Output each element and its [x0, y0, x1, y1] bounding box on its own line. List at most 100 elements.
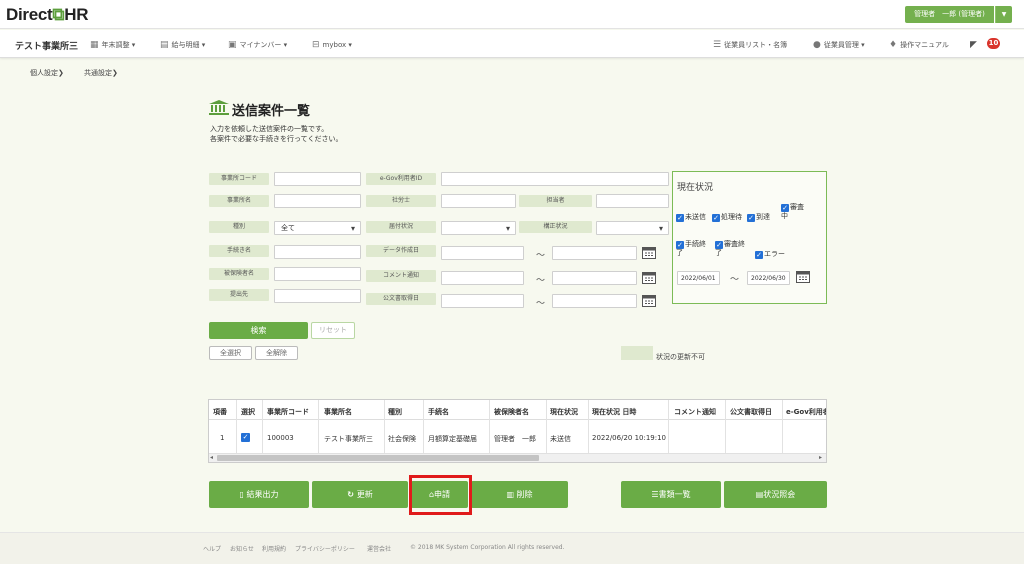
column-header[interactable]: 事業所コード	[267, 407, 309, 417]
export-button[interactable]: ▯ 結果出力	[209, 481, 309, 508]
nav-manual[interactable]: ♦ 操作マニュアル	[889, 40, 949, 50]
status-inquiry-button[interactable]: ▤状況照会	[724, 481, 827, 508]
nav-employee-list[interactable]: ☰ 従業員リスト・名簿	[713, 40, 787, 50]
legend-text: 状況の更新不可	[656, 353, 705, 361]
status-check-pending[interactable]: ✓ 処理待	[712, 213, 742, 222]
kind-select[interactable]: 全て	[274, 221, 361, 235]
column-header[interactable]: コメント通知	[674, 407, 716, 417]
nav-kyuyo[interactable]: ▤ 給与明細 ▾	[160, 40, 205, 50]
office-code-input[interactable]	[274, 172, 361, 186]
cell-status-time: 2022/06/20 10:19:10	[592, 434, 667, 442]
seisei-select[interactable]	[596, 221, 669, 235]
subnav-common[interactable]: 共通設定❯	[84, 68, 118, 78]
search-button[interactable]: 検索	[209, 322, 308, 339]
column-header[interactable]: 選択	[241, 407, 255, 417]
label-data-date: データ作成日	[366, 245, 436, 257]
select-all-button[interactable]: 全選択	[209, 346, 252, 360]
kobun-to-input[interactable]	[552, 294, 637, 308]
footer-link-privacy[interactable]: プライバシーポリシー	[295, 544, 355, 553]
footer-link-terms[interactable]: 利用規約	[262, 544, 286, 553]
label-kind: 種別	[209, 221, 269, 233]
status-check-arrived[interactable]: ✓ 到達	[747, 213, 770, 222]
row-select-checkbox[interactable]: ✓	[241, 433, 250, 442]
status-check-review[interactable]: ✓ 審査中	[781, 203, 805, 221]
scroll-left-icon[interactable]: ◂	[210, 454, 213, 461]
hihoken-input[interactable]	[274, 267, 361, 281]
nav-employee-manage[interactable]: ● 従業員管理 ▾	[813, 40, 865, 50]
scroll-right-icon[interactable]: ▸	[819, 454, 822, 461]
subnav-personal[interactable]: 個人設定❯	[30, 68, 64, 78]
status-date-from[interactable]: 2022/06/01	[677, 271, 720, 285]
reset-button[interactable]: リセット	[311, 322, 355, 339]
todoke-select[interactable]	[441, 221, 516, 235]
status-check-unsent[interactable]: ✓ 未送信	[676, 213, 706, 222]
nav-mybox[interactable]: ⊟ mybox ▾	[312, 40, 352, 50]
status-check-error[interactable]: ✓ エラー	[755, 250, 785, 259]
trash-icon: ▥	[506, 490, 517, 499]
range-separator: ～	[730, 275, 740, 285]
column-header[interactable]: 事業所名	[324, 407, 352, 417]
footer-link-company[interactable]: 運営会社	[367, 544, 391, 553]
refresh-icon: ↻	[347, 490, 357, 499]
deselect-all-button[interactable]: 全解除	[255, 346, 298, 360]
column-header[interactable]: e-Gov利用者	[786, 407, 826, 417]
megaphone-icon[interactable]: ◤	[970, 40, 977, 50]
column-header[interactable]: 現在状況	[550, 407, 578, 417]
column-header[interactable]: 現在状況 日時	[592, 407, 636, 417]
status-check-completed[interactable]: ✓ 手続終了	[676, 240, 706, 258]
column-header[interactable]: 公文書取得日	[730, 407, 772, 417]
column-header[interactable]: 手続名	[428, 407, 449, 417]
status-check-review-done[interactable]: ✓ 審査終了	[715, 240, 745, 258]
user-icon: ●	[813, 40, 821, 50]
comment-from-input[interactable]	[441, 271, 524, 285]
label-egov-id: e-Gov利用者ID	[366, 173, 436, 185]
chevron-down-icon[interactable]: ▼	[995, 6, 1012, 23]
table-row: 1	[220, 434, 225, 442]
cell-insured: 管理者 一郎	[494, 435, 536, 443]
box-icon: ⊟	[312, 40, 320, 50]
column-header[interactable]: 被保険者名	[494, 407, 529, 417]
documents-list-button[interactable]: ☰書類一覧	[621, 481, 721, 508]
highlight-box	[409, 475, 472, 515]
calendar-icon[interactable]	[642, 294, 656, 307]
user-menu-button[interactable]: 管理者 一郎 (管理者)	[905, 6, 994, 23]
cell-procedure[interactable]: 月額算定基礎届	[428, 434, 477, 444]
teishutsu-input[interactable]	[274, 289, 361, 303]
column-header[interactable]: 項番	[213, 407, 227, 417]
label-office-name: 事業所名	[209, 195, 269, 207]
data-date-from-input[interactable]	[441, 246, 524, 260]
refresh-button[interactable]: ↻ 更新	[312, 481, 408, 508]
calendar-icon[interactable]	[796, 270, 810, 283]
label-teishutsu: 提出先	[209, 289, 269, 301]
status-panel-title: 現在状況	[677, 183, 714, 193]
status-date-to[interactable]: 2022/06/30	[747, 271, 790, 285]
notification-badge[interactable]: 10	[987, 38, 1000, 49]
label-tetsuzuki: 手続き名	[209, 245, 269, 257]
data-date-to-input[interactable]	[552, 246, 637, 260]
calendar-icon[interactable]	[642, 246, 656, 259]
delete-button[interactable]: ▥ 削除	[471, 481, 568, 508]
scrollbar-thumb[interactable]	[217, 455, 539, 461]
checkbox-checked-icon: ✓	[781, 204, 789, 212]
checkbox-checked-icon: ✓	[715, 241, 723, 249]
tetsuzuki-input[interactable]	[274, 245, 361, 259]
egov-id-input[interactable]	[441, 172, 669, 186]
kobun-from-input[interactable]	[441, 294, 524, 308]
footer-link-help[interactable]: ヘルプ	[203, 544, 221, 553]
comment-to-input[interactable]	[552, 271, 637, 285]
tantou-input[interactable]	[596, 194, 669, 208]
page-description: 各案件で必要な手続きを行ってください。	[210, 135, 343, 143]
office-name: テスト事業所三	[15, 42, 79, 52]
checkbox-checked-icon: ✓	[747, 214, 755, 222]
footer-link-news[interactable]: お知らせ	[230, 544, 254, 553]
nav-nenmatsu[interactable]: ▦ 年末調整 ▾	[90, 40, 135, 50]
office-name-input[interactable]	[274, 194, 361, 208]
sharoshi-input[interactable]	[441, 194, 516, 208]
calculator-icon: ▦	[90, 40, 99, 50]
chevron-down-icon: ❯	[112, 69, 118, 77]
page-description: 入力を依頼した送信案件の一覧です。	[210, 125, 329, 133]
app-logo[interactable]: Direct⧉HR	[6, 5, 89, 25]
calendar-icon[interactable]	[642, 271, 656, 284]
nav-mynumber[interactable]: ▣ マイナンバー ▾	[228, 40, 287, 50]
column-header[interactable]: 種別	[388, 407, 402, 417]
